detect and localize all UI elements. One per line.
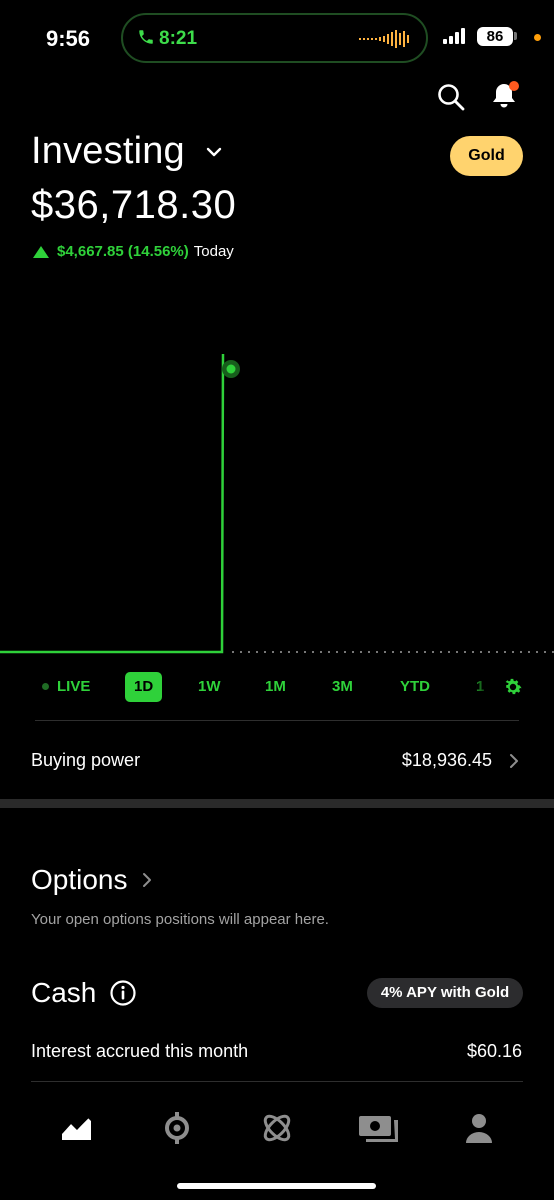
interest-value: $60.16 [466, 1041, 522, 1061]
up-arrow-icon [33, 245, 49, 258]
home-indicator[interactable] [177, 1183, 376, 1189]
range-ytd[interactable]: YTD [400, 672, 430, 702]
options-title[interactable]: Options [31, 864, 128, 896]
chevron-right-icon [510, 754, 518, 768]
divider [31, 1081, 523, 1082]
investing-chart-icon[interactable] [58, 1110, 94, 1146]
range-3m[interactable]: 3M [332, 672, 353, 702]
interest-label: Interest accrued this month [31, 1041, 249, 1061]
buying-power-label: Buying power [31, 750, 141, 770]
crypto-icon[interactable] [159, 1110, 195, 1146]
section-divider [0, 799, 554, 808]
cellular-signal-icon [443, 28, 465, 44]
cash-title: Cash [31, 977, 97, 1008]
buying-power-value: $18,936.45 [401, 750, 492, 770]
spending-card-icon[interactable] [358, 1110, 400, 1146]
phone-icon [139, 30, 153, 44]
gear-icon[interactable] [502, 676, 524, 698]
search-icon[interactable] [436, 82, 466, 112]
chevron-down-icon[interactable] [206, 146, 222, 158]
call-duration: 8:21 [159, 28, 198, 49]
notification-badge [509, 81, 519, 91]
range-live[interactable]: LIVE [57, 672, 90, 702]
status-time: 9:56 [46, 26, 91, 51]
active-call-pill[interactable]: 8:21 [121, 13, 428, 63]
daily-change: $4,667.85 (14.56%) Today [33, 243, 234, 260]
account-title[interactable]: Investing [31, 130, 185, 173]
range-1m[interactable]: 1M [265, 672, 286, 702]
portfolio-value: $36,718.30 [31, 183, 237, 227]
info-icon[interactable] [109, 979, 137, 1007]
chart-current-point [226, 364, 236, 374]
battery-tip [514, 32, 517, 40]
range-1d[interactable]: 1D [125, 672, 163, 702]
options-description: Your open options positions will appear … [31, 911, 329, 928]
account-icon[interactable] [461, 1110, 497, 1146]
audio-waveform-icon [359, 30, 409, 48]
chart-line [0, 353, 225, 654]
divider [35, 720, 519, 721]
range-fade-mask [470, 672, 496, 702]
range-1w[interactable]: 1W [198, 672, 221, 702]
change-value: $4,667.85 (14.56%) [57, 243, 189, 260]
portfolio-chart[interactable] [0, 340, 554, 660]
gold-button[interactable]: Gold [450, 136, 523, 176]
change-period: Today [193, 243, 234, 260]
battery-indicator: 86 [477, 27, 513, 46]
apy-badge[interactable]: 4% APY with Gold [367, 978, 523, 1008]
chevron-right-icon[interactable] [142, 872, 152, 888]
microphone-in-use-dot [534, 34, 541, 41]
retirement-icon[interactable] [259, 1110, 295, 1146]
